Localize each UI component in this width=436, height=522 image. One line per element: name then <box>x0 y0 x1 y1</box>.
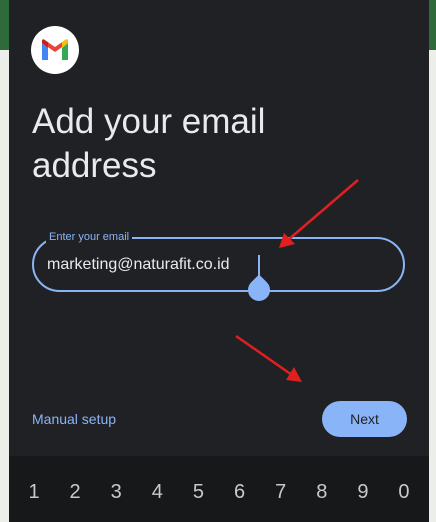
next-button[interactable]: Next <box>322 401 407 437</box>
email-field[interactable]: Enter your email marketing@naturafit.co.… <box>32 230 405 292</box>
keyboard-key-7[interactable]: 7 <box>264 480 298 504</box>
keyboard-key-1[interactable]: 1 <box>17 480 51 504</box>
background-app-right <box>428 0 436 522</box>
screen: Add your email address Enter your email … <box>0 0 436 522</box>
manual-setup-link[interactable]: Manual setup <box>32 410 116 428</box>
keyboard-key-4[interactable]: 4 <box>140 480 174 504</box>
keyboard-key-6[interactable]: 6 <box>223 480 257 504</box>
keyboard-number-row: 1234567890 <box>9 456 429 522</box>
keyboard-key-2[interactable]: 2 <box>58 480 92 504</box>
keyboard-key-5[interactable]: 5 <box>181 480 215 504</box>
gmail-logo-icon <box>31 26 79 74</box>
keyboard-key-8[interactable]: 8 <box>305 480 339 504</box>
keyboard-key-3[interactable]: 3 <box>99 480 133 504</box>
email-field-label: Enter your email <box>46 230 133 244</box>
email-field-value[interactable]: marketing@naturafit.co.id <box>47 255 230 275</box>
add-email-dialog: Add your email address Enter your email … <box>9 0 429 456</box>
page-title: Add your email address <box>32 102 266 185</box>
keyboard-key-0[interactable]: 0 <box>387 480 421 504</box>
keyboard-key-9[interactable]: 9 <box>346 480 380 504</box>
